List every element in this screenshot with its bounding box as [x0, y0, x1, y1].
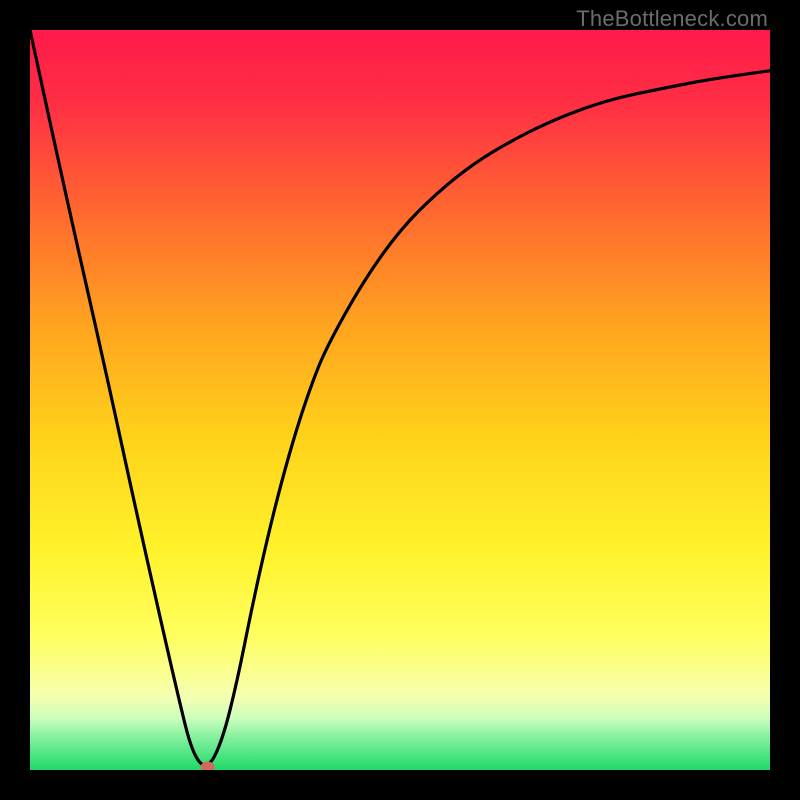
- chart-frame: TheBottleneck.com: [0, 0, 800, 800]
- watermark-text: TheBottleneck.com: [576, 6, 768, 32]
- plot-gradient-bg: [30, 30, 770, 770]
